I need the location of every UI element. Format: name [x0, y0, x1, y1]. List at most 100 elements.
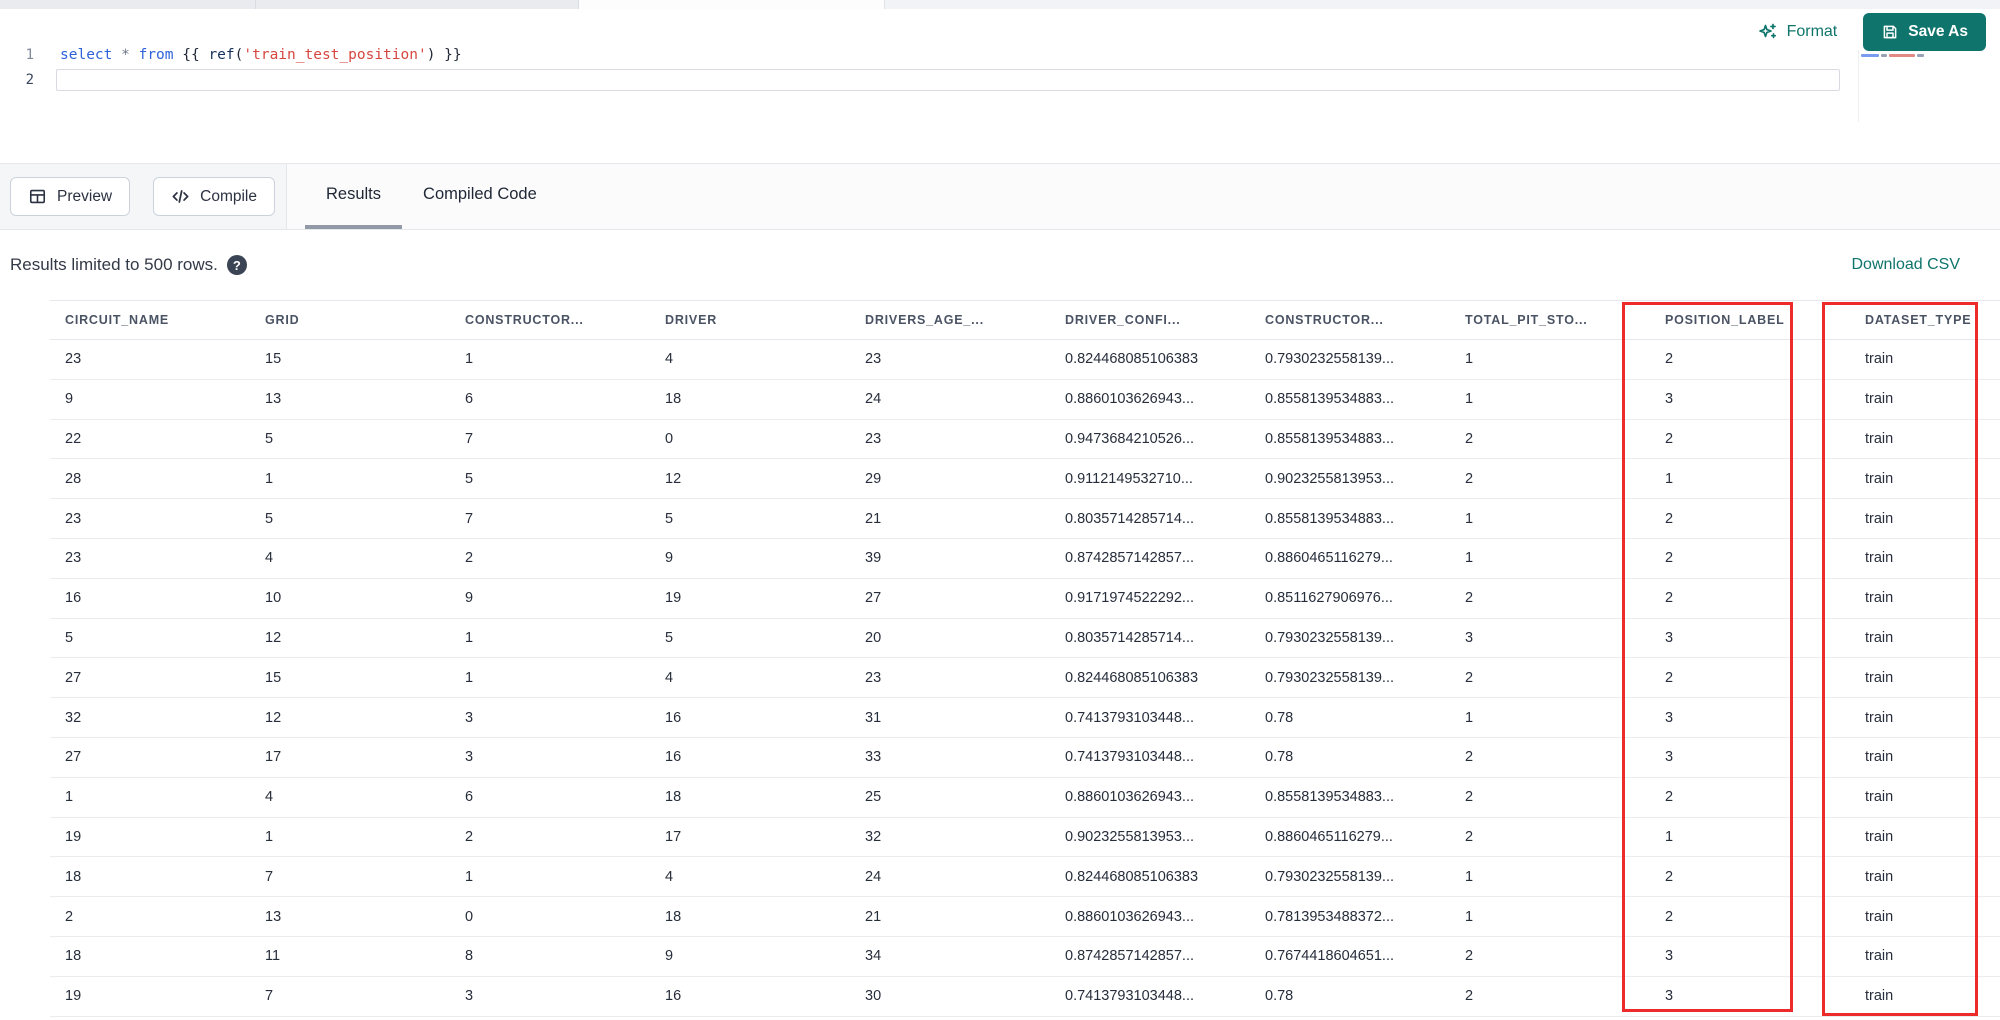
table-cell: 0.78 [1265, 709, 1294, 726]
table-cell: 0.7413793103448... [1065, 709, 1195, 726]
compile-button[interactable]: Compile [153, 177, 275, 216]
editor-minimap[interactable] [1858, 50, 1990, 122]
table-cell: 4 [265, 550, 274, 567]
preview-label: Preview [57, 187, 113, 205]
table-cell: train [1865, 669, 1894, 686]
table-cell: 17 [265, 749, 282, 766]
tab-results[interactable]: Results [305, 164, 403, 229]
column-header-drivers-age[interactable]: DRIVERS_AGE_... [850, 301, 1050, 339]
table-cell: 18 [665, 391, 682, 408]
table-cell: 3 [1665, 749, 1674, 766]
table-cell: 0.824468085106383 [1065, 669, 1199, 686]
table-cell: 32 [865, 828, 882, 845]
table-cell: 1 [1665, 828, 1674, 845]
table-row: 5 12 1 5 20 0.8035714285714... 0.7930232558139… [50, 619, 2000, 659]
table-cell: 23 [65, 351, 82, 368]
results-table: CIRCUIT_NAME GRID CONSTRUCTOR... DRIVER DRIV… [0, 300, 2000, 1017]
code-token: {{ [173, 46, 209, 63]
dbt-ide-page: Format Save As 1 select * from {{ ref('t… [0, 0, 2000, 1020]
table-cell: 2 [1665, 669, 1674, 686]
table-cell: 0.7930232558139... [1265, 868, 1395, 885]
table-cell: 0.9023255813953... [1065, 828, 1195, 845]
table-cell: 0.824468085106383 [1065, 351, 1199, 368]
code-line-1[interactable]: 1 select * from {{ ref('train_test_posit… [0, 42, 1850, 67]
table-cell: 2 [1665, 868, 1674, 885]
table-row: 2 13 0 18 21 0.8860103626943... 0.781395348837… [50, 897, 2000, 937]
column-header-total-pit-sto[interactable]: TOTAL_PIT_STO... [1450, 301, 1650, 339]
table-cell: 0.9473684210526... [1065, 430, 1195, 447]
code-line-2[interactable]: 2 [0, 67, 1850, 92]
table-cell: 3 [465, 709, 474, 726]
table-cell: 23 [65, 550, 82, 567]
save-as-button[interactable]: Save As [1863, 13, 1986, 51]
table-row: 1 4 6 18 25 0.8860103626943... 0.8558139534883… [50, 778, 2000, 818]
code-token: 'train_test_position' [243, 46, 427, 63]
code-token: * [121, 46, 130, 63]
table-cell: train [1865, 470, 1894, 487]
table-cell: 3 [1665, 629, 1674, 646]
sql-editor[interactable]: Format Save As 1 select * from {{ ref('t… [0, 9, 2000, 163]
table-cell: 27 [65, 669, 82, 686]
table-cell: 5 [465, 470, 474, 487]
table-cell: 5 [265, 510, 274, 527]
table-cell: 19 [65, 828, 82, 845]
column-header-dataset-type[interactable]: DATASET_TYPE [1850, 301, 2000, 339]
editor-tab-segment[interactable] [256, 0, 579, 9]
table-cell: 21 [865, 510, 882, 527]
code-area[interactable]: 1 select * from {{ ref('train_test_posit… [0, 42, 1850, 92]
table-cell: 2 [1665, 908, 1674, 925]
table-cell: 12 [265, 709, 282, 726]
table-cell: train [1865, 590, 1894, 607]
table-cell: 29 [865, 470, 882, 487]
table-cell: 2 [1465, 948, 1474, 965]
table-cell: train [1865, 351, 1894, 368]
column-header-constructor[interactable]: CONSTRUCTOR... [450, 301, 650, 339]
table-cell: 11 [265, 948, 281, 965]
editor-tabstrip-spacer [884, 0, 2000, 9]
table-cell: 0.8742857142857... [1065, 948, 1195, 965]
table-cell: 1 [465, 669, 474, 686]
editor-tab-segment-active[interactable] [579, 0, 884, 9]
minimap-code-line [1861, 54, 1988, 57]
column-header-circuit-name[interactable]: CIRCUIT_NAME [50, 301, 250, 339]
table-cell: 9 [65, 391, 74, 408]
table-cell: 2 [1465, 430, 1474, 447]
table-cell: 0.78 [1265, 749, 1294, 766]
table-cell: 1 [265, 470, 274, 487]
column-header-driver-confi[interactable]: DRIVER_CONFI... [1050, 301, 1250, 339]
table-cell: 1 [1465, 550, 1474, 567]
download-csv-link[interactable]: Download CSV [1852, 256, 1961, 274]
table-cell: 4 [665, 351, 674, 368]
table-cell: 33 [865, 749, 882, 766]
format-button[interactable]: Format [1758, 22, 1838, 42]
table-cell: 0 [465, 908, 474, 925]
table-cell: train [1865, 629, 1894, 646]
table-cell: train [1865, 828, 1894, 845]
results-table-body: 23 15 1 4 23 0.824468085106383 0.7930232558139… [50, 340, 2000, 1017]
column-header-position-label[interactable]: POSITION_LABEL [1650, 301, 1850, 339]
code-token: ) }} [426, 46, 462, 63]
format-label: Format [1786, 23, 1838, 40]
preview-button[interactable]: Preview [10, 177, 131, 216]
table-cell: train [1865, 550, 1894, 567]
table-cell: 2 [1465, 749, 1474, 766]
table-cell: 0.7930232558139... [1265, 629, 1395, 646]
table-cell: 2 [1665, 351, 1674, 368]
table-cell: 32 [65, 709, 82, 726]
table-cell: 1 [1665, 470, 1674, 487]
table-cell: 16 [65, 590, 82, 607]
table-cell: train [1865, 749, 1894, 766]
tab-compiled-code[interactable]: Compiled Code [402, 164, 558, 229]
column-header-constructor[interactable]: CONSTRUCTOR... [1250, 301, 1450, 339]
table-cell: train [1865, 709, 1894, 726]
help-icon[interactable]: ? [226, 255, 247, 275]
table-cell: 2 [1665, 430, 1674, 447]
column-header-driver[interactable]: DRIVER [650, 301, 850, 339]
editor-tab-segment[interactable] [0, 0, 256, 9]
table-cell: 0.7674418604651... [1265, 948, 1395, 965]
table-cell: train [1865, 868, 1894, 885]
column-header-grid[interactable]: GRID [250, 301, 450, 339]
table-cell: 4 [665, 868, 674, 885]
compile-label: Compile [200, 187, 257, 205]
